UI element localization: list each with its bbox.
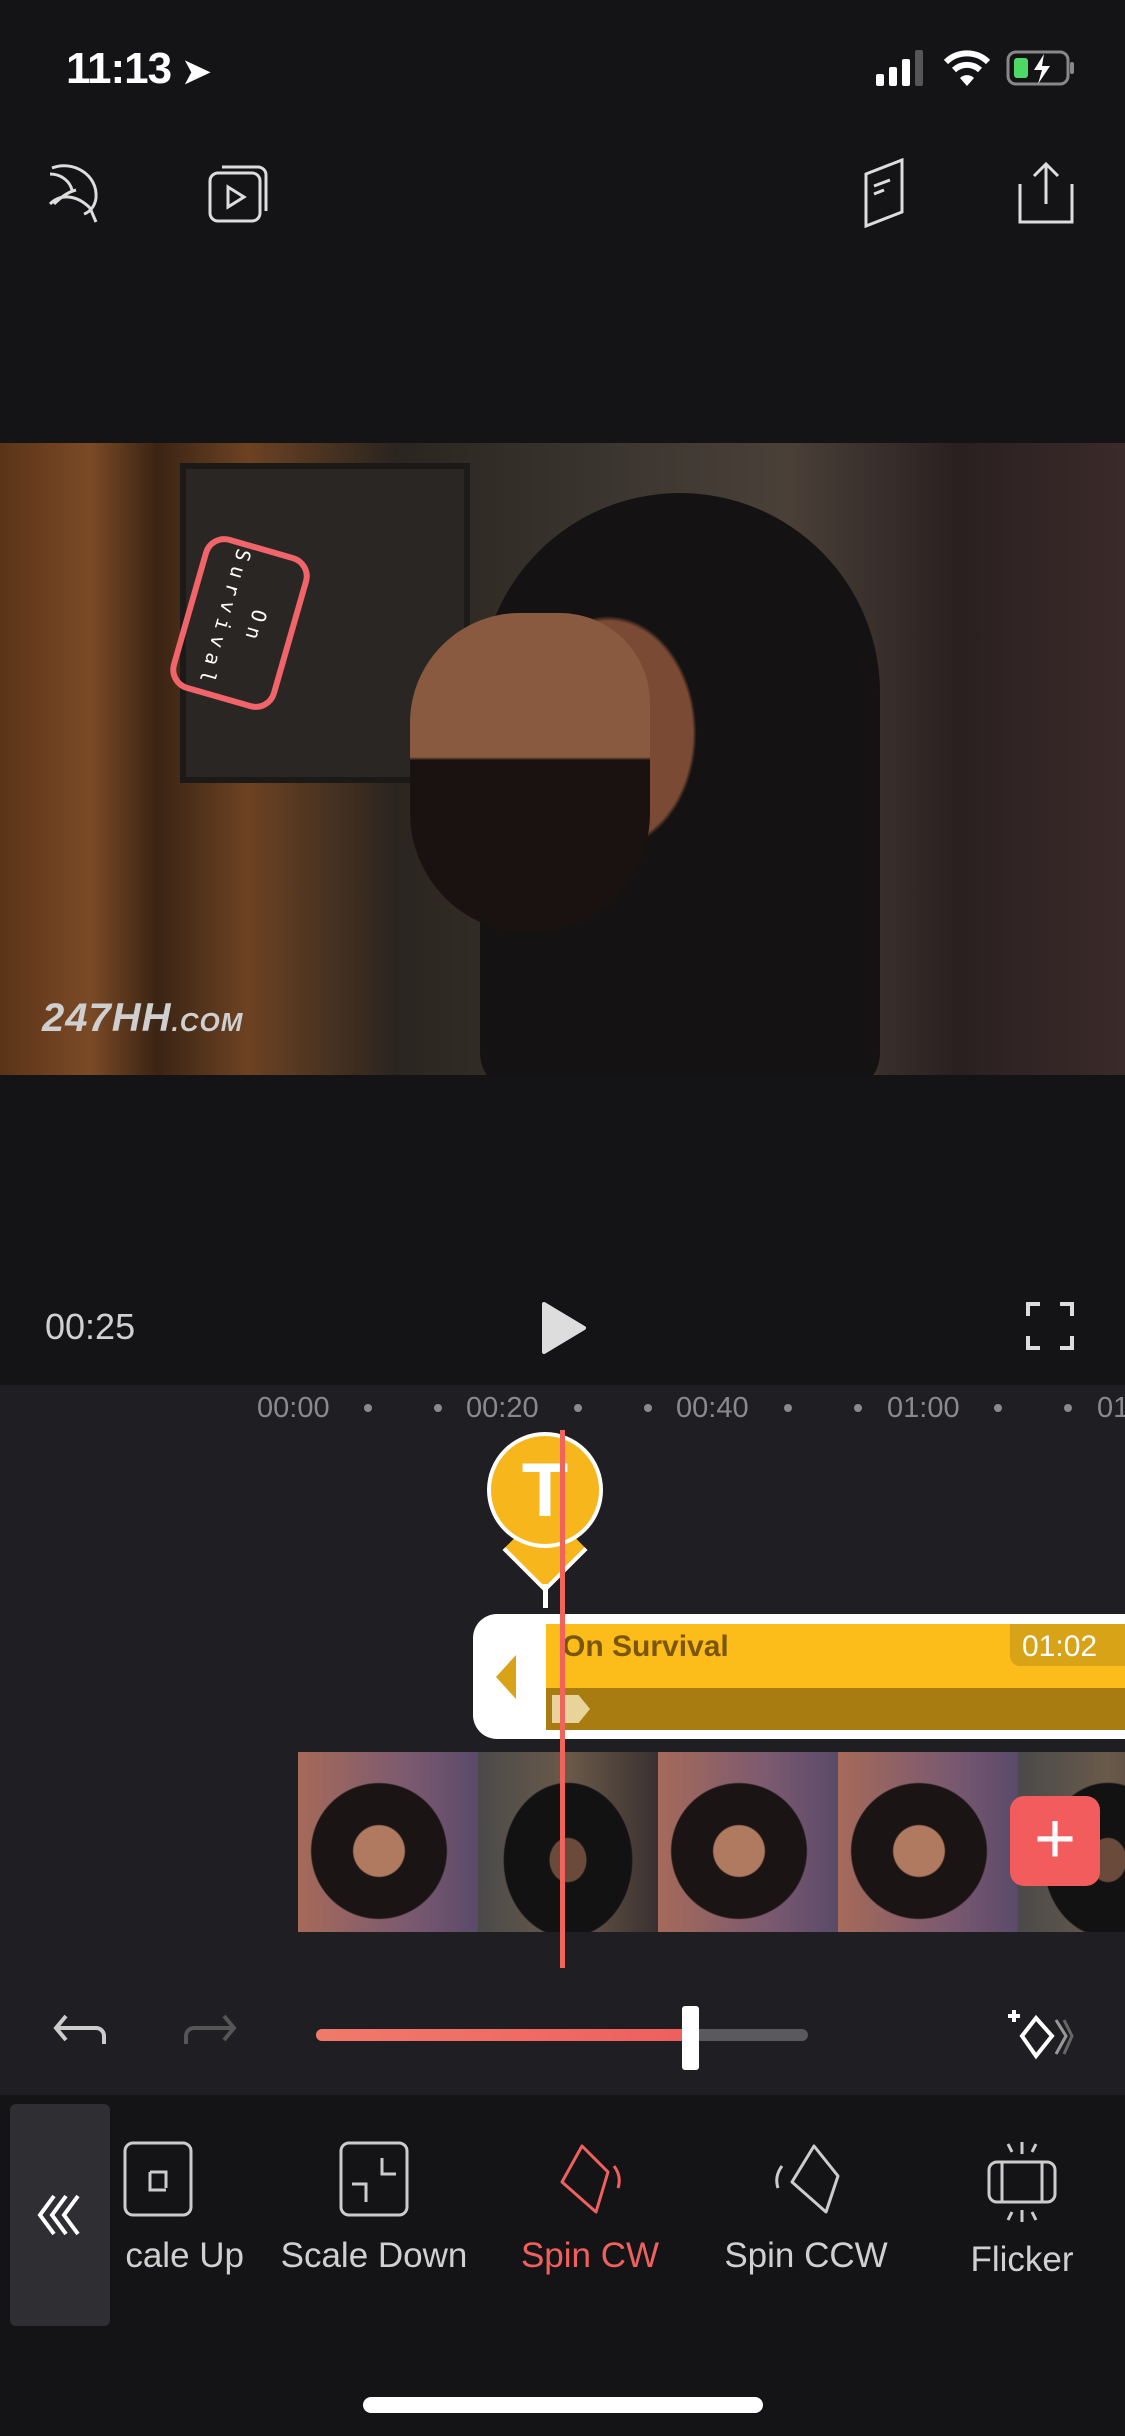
battery-charging-icon [1006,50,1076,86]
ruler-dot [994,1404,1002,1412]
logo-icon[interactable] [46,160,108,226]
ruler-label: 01:00 [887,1392,960,1424]
spin-ccw-icon [775,2144,840,2214]
ruler-dot [1064,1404,1072,1412]
ruler-dot [434,1404,442,1412]
ruler-dot [364,1404,372,1412]
add-clip-button[interactable]: + [1010,1796,1100,1886]
ruler-label: 00:20 [466,1392,539,1424]
add-keyframe-icon[interactable] [1004,2006,1076,2066]
share-icon[interactable] [1016,160,1076,226]
ruler-label: 00:40 [676,1392,749,1424]
text-clip-title: On Survival [562,1630,729,1663]
zoom-slider-fill [316,2029,690,2041]
ruler-dot [784,1404,792,1412]
animation-spin-cw[interactable]: Spin CW [490,2140,690,2276]
video-thumbnail [298,1752,478,1932]
text-marker[interactable]: T [487,1432,603,1548]
animation-flicker[interactable]: Flicker [922,2140,1122,2280]
ruler-dot [644,1404,652,1412]
scale-up-icon [123,2141,193,2217]
clip-trim-left-handle[interactable] [496,1655,516,1699]
video-thumbnail [838,1752,1018,1932]
text-clip-animation-track[interactable] [546,1688,1125,1730]
wifi-icon [944,50,990,86]
animation-spin-ccw[interactable]: Spin CCW [706,2140,906,2276]
ruler-label: 01 [1097,1392,1125,1424]
flicker-icon [987,2142,1057,2222]
ruler-dot [574,1404,582,1412]
ruler-dot [854,1404,862,1412]
ruler-label: 00:00 [257,1392,330,1424]
video-thumbnail [478,1752,658,1932]
video-thumbnail [658,1752,838,1932]
text-clip-duration: 01:02 [1010,1624,1125,1666]
person-face [410,613,650,933]
zoom-slider-thumb[interactable] [681,2006,699,2070]
video-preview[interactable]: On Survival 247HH.COM [0,443,1125,1075]
redo-icon[interactable] [180,2012,238,2046]
animation-scale-down[interactable]: Scale Down [274,2140,474,2276]
fullscreen-icon[interactable] [1026,1302,1074,1350]
preview-icon[interactable] [208,163,270,223]
current-time: 00:25 [45,1306,136,1347]
location-arrow-icon: ➤ [182,53,210,91]
marker-stem [543,1584,548,1608]
animation-scale-up[interactable]: cale Up [58,2140,258,2276]
play-icon[interactable] [540,1300,588,1356]
home-indicator[interactable] [363,2397,763,2413]
scale-down-icon [339,2141,409,2217]
undo-icon[interactable] [52,2012,110,2046]
spin-cw-icon [560,2144,621,2214]
cellular-signal-icon [876,50,928,86]
watermark: 247HH.COM [42,996,244,1040]
playhead[interactable] [560,1430,565,1968]
video-track[interactable] [298,1752,1125,1932]
guide-book-icon[interactable] [860,158,910,228]
status-time: 11:13 ➤ [66,44,211,93]
